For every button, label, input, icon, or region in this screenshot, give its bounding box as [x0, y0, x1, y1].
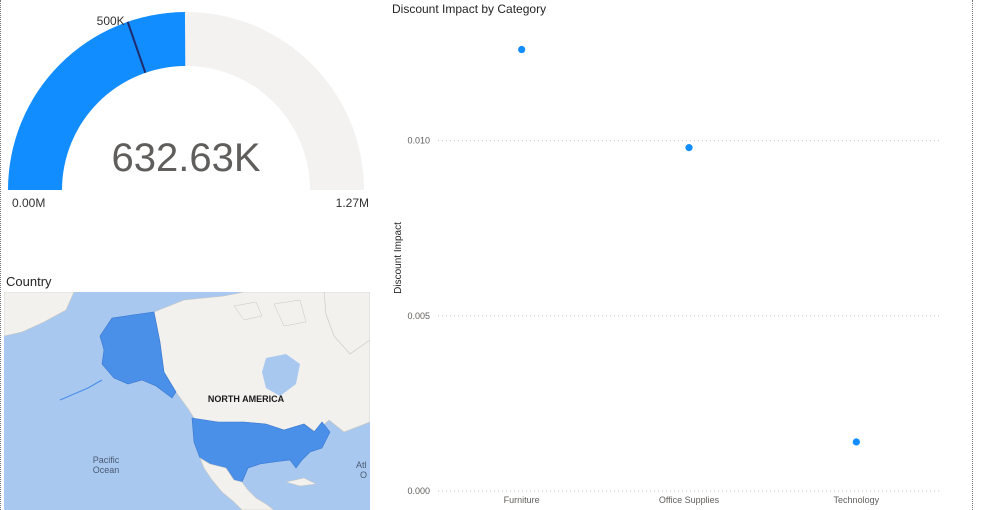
- x-tick-label: Technology: [834, 495, 880, 505]
- map-svg: NORTH AMERICA Pacific Ocean Atl O: [4, 292, 370, 510]
- data-point[interactable]: [852, 438, 860, 446]
- gauge-target-label: 500K: [97, 14, 125, 28]
- aleutian-islands: [59, 379, 103, 401]
- chart-gridlines: [438, 140, 940, 492]
- gauge-visual[interactable]: 500K 632.63K 0.00M 1.27M: [4, 0, 374, 215]
- x-tick-label: Office Supplies: [659, 495, 720, 505]
- y-tick-label: 0.005: [407, 311, 430, 321]
- map-area[interactable]: NORTH AMERICA Pacific Ocean Atl O: [4, 292, 370, 510]
- russia-land: [4, 292, 75, 337]
- y-tick-label: 0.010: [407, 136, 430, 146]
- data-point[interactable]: [518, 45, 526, 54]
- map-ocean-label-line2: Ocean: [93, 465, 120, 475]
- right-frame-border: [972, 0, 973, 510]
- left-frame-border: [0, 0, 1, 510]
- y-axis-ticks: 0.000 0.005 0.010: [407, 136, 430, 496]
- gauge-value: 632.63K: [111, 136, 260, 180]
- data-point[interactable]: [685, 144, 693, 152]
- x-axis-ticks: Furniture Office Supplies Technology: [504, 495, 880, 505]
- chart-title: Discount Impact by Category: [392, 2, 546, 16]
- x-tick-label: Furniture: [504, 495, 540, 505]
- gauge-max-label: 1.27M: [336, 196, 369, 210]
- gauge-min-label: 0.00M: [12, 196, 45, 210]
- map-atlantic-label-line2: O: [360, 470, 367, 480]
- discount-impact-chart[interactable]: Discount Impact by Category Discount Imp…: [380, 0, 960, 510]
- map-title: Country: [6, 274, 52, 289]
- y-tick-label: 0.000: [407, 486, 430, 496]
- map-ocean-label-line1: Pacific: [93, 455, 120, 465]
- chart-points: [518, 45, 860, 446]
- y-axis-label: Discount Impact: [393, 222, 404, 294]
- map-region-label: NORTH AMERICA: [208, 394, 285, 404]
- chart-svg: Discount Impact by Category Discount Imp…: [392, 2, 940, 505]
- country-map-visual[interactable]: Country NORTH AMERICA Pacific Ocean Atl …: [4, 272, 370, 510]
- map-atlantic-label-line1: Atl: [356, 460, 367, 470]
- gauge-svg: 500K 632.63K 0.00M 1.27M: [8, 12, 369, 210]
- cuba-land: [285, 477, 317, 487]
